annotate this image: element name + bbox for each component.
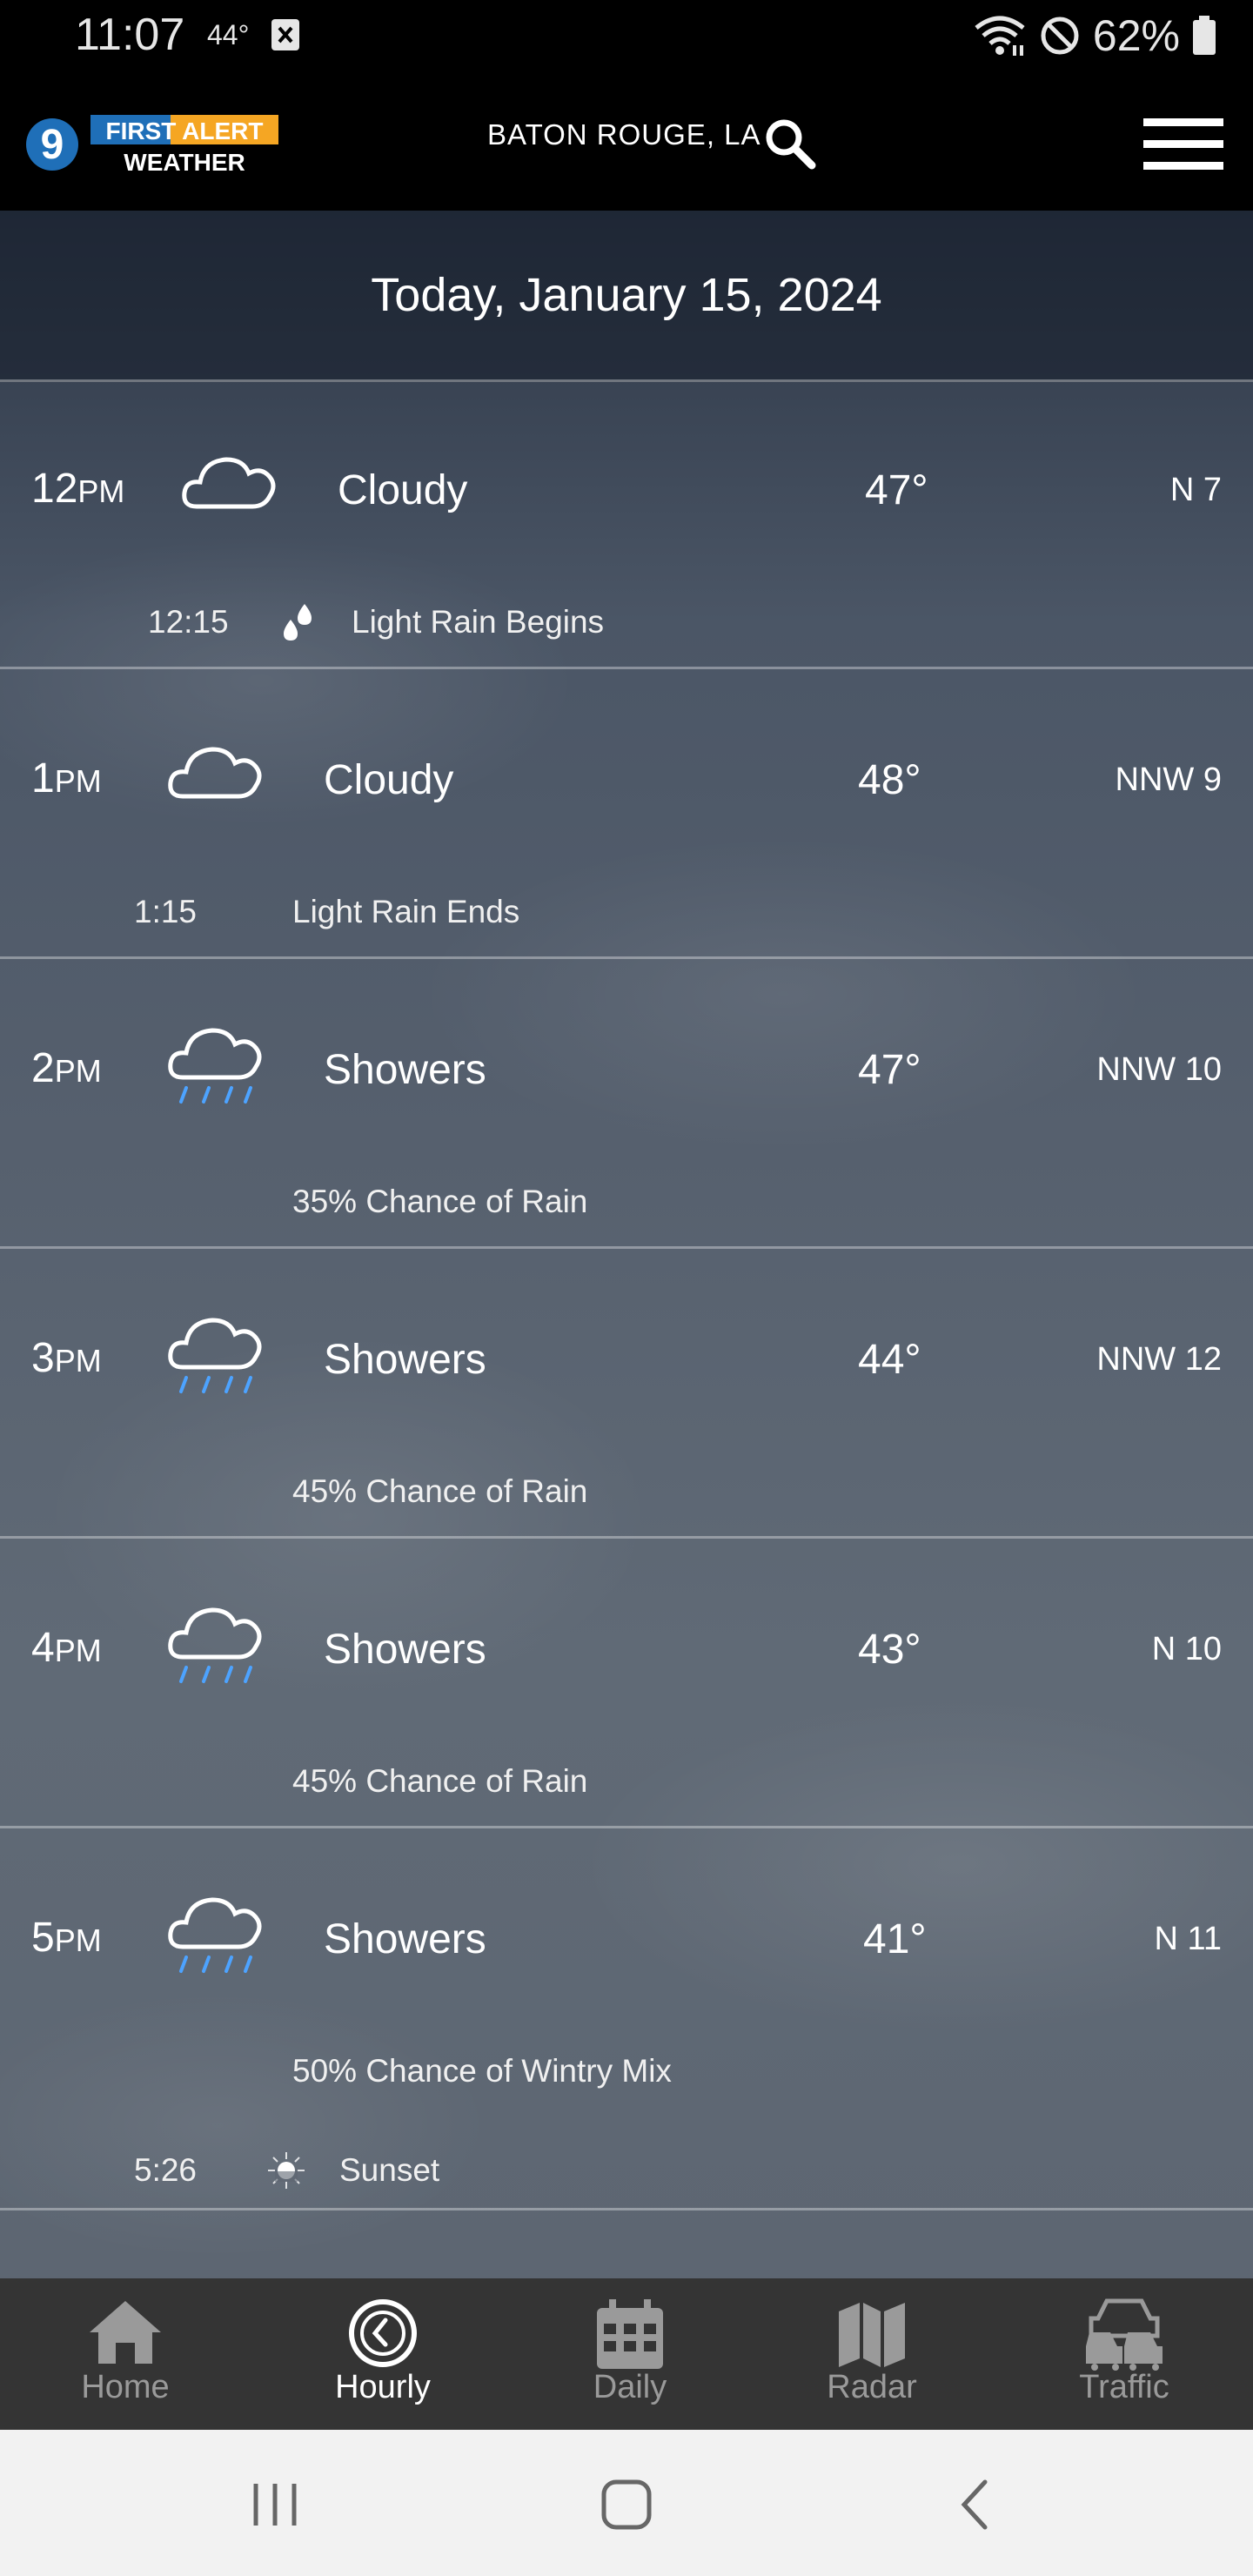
- condition-label: Showers: [324, 1916, 486, 1962]
- system-nav-bar: [0, 2430, 1253, 2576]
- condition-label: Cloudy: [324, 757, 454, 803]
- wind: N 10: [1151, 1631, 1222, 1667]
- hour-row[interactable]: 3PM Showers 44° NNW 12 45% Chance of Rai…: [0, 1249, 1253, 1539]
- home-button-icon[interactable]: [592, 2470, 661, 2539]
- date-title: Today, January 15, 2024: [0, 211, 1253, 382]
- logo-number: 9: [41, 122, 64, 168]
- condition-label: Showers: [324, 1627, 486, 1673]
- location-label[interactable]: BATON ROUGE, LA: [487, 118, 761, 151]
- home-icon: [90, 2301, 161, 2364]
- precip-chance: 45% Chance of Rain: [292, 1763, 588, 1799]
- hour-row[interactable]: 2PM Showers 47° NNW 10 35% Chance of Rai…: [0, 959, 1253, 1249]
- wind: N 7: [1169, 472, 1222, 508]
- temperature: 41°: [863, 1916, 927, 1962]
- rain-cloud-icon: [168, 1028, 262, 1104]
- rain-cloud-icon: [168, 1897, 262, 1973]
- cloud-icon: [168, 747, 262, 799]
- event-time: 12:15: [148, 604, 229, 640]
- app-header: 9 FIRST ALERT WEATHER BATON ROUGE, LA: [0, 75, 1253, 211]
- temperature: 44°: [858, 1337, 921, 1383]
- hour-label: 4PM: [31, 1625, 102, 1671]
- hour-row[interactable]: 5PM Showers 41° N 11 50% Chance of Wintr…: [0, 1828, 1253, 2210]
- clock-icon: [349, 2299, 417, 2367]
- raindrops-icon: [284, 604, 312, 641]
- hourly-forecast[interactable]: Today, January 15, 2024 12PM Cloudy 47° …: [0, 211, 1253, 2278]
- nav-radar-label: Radar: [827, 2369, 917, 2405]
- map-icon: [839, 2303, 905, 2367]
- nav-traffic-label: Traffic: [1079, 2369, 1169, 2405]
- condition-label: Cloudy: [338, 467, 468, 513]
- wind: NNW 9: [1115, 761, 1222, 798]
- nav-hourly-label: Hourly: [335, 2369, 431, 2405]
- temperature: 43°: [858, 1627, 921, 1673]
- nav-home-label: Home: [81, 2369, 170, 2405]
- event-text: Light Rain Ends: [292, 894, 520, 929]
- hour-label: 3PM: [31, 1335, 102, 1381]
- status-temp: 44°: [207, 19, 250, 50]
- hour-row[interactable]: 12PM Cloudy 47° N 7 12:15 Light Rain Beg…: [0, 379, 1253, 669]
- nav-hourly[interactable]: Hourly: [296, 2278, 470, 2430]
- search-icon[interactable]: [761, 115, 817, 171]
- event-text: Light Rain Begins: [352, 604, 605, 640]
- hour-label: 5PM: [31, 1915, 102, 1961]
- temperature: 48°: [858, 757, 921, 803]
- nav-daily[interactable]: Daily: [543, 2278, 717, 2430]
- battery-icon: [1193, 16, 1216, 55]
- wind: NNW 12: [1096, 1341, 1222, 1378]
- hour-row[interactable]: 1PM Cloudy 48° NNW 9 1:15 Light Rain End…: [0, 669, 1253, 959]
- event-time: 1:15: [134, 894, 198, 929]
- logo-line2: WEATHER: [124, 149, 245, 176]
- rain-cloud-icon: [168, 1318, 262, 1393]
- event-text: Sunset: [339, 2152, 440, 2188]
- hour-label: 12PM: [31, 466, 125, 512]
- calendar-icon: [597, 2299, 663, 2369]
- cloud-icon: [182, 457, 276, 509]
- hamburger-menu-icon[interactable]: [1143, 115, 1223, 174]
- precip-chance: 35% Chance of Rain: [292, 1184, 588, 1219]
- station-logo[interactable]: 9 FIRST ALERT WEATHER: [24, 110, 285, 179]
- nav-radar[interactable]: Radar: [785, 2278, 959, 2430]
- precip-chance: 50% Chance of Wintry Mix: [292, 2053, 672, 2089]
- wind: N 11: [1154, 1921, 1222, 1957]
- sunset-icon: [268, 2152, 305, 2189]
- status-time: 11:07: [75, 10, 185, 60]
- wind: NNW 10: [1096, 1051, 1222, 1088]
- event-time: 5:26: [134, 2152, 198, 2188]
- battery-percent: 62%: [1092, 11, 1180, 60]
- status-bar: 11:07 44° 62%: [0, 0, 1253, 75]
- condition-label: Showers: [324, 1047, 486, 1093]
- back-icon[interactable]: [941, 2470, 1011, 2539]
- nav-traffic[interactable]: Traffic: [1037, 2278, 1211, 2430]
- recent-apps-icon[interactable]: [240, 2470, 310, 2539]
- logo-line1: FIRST ALERT: [106, 117, 264, 144]
- precip-chance: 45% Chance of Rain: [292, 1473, 588, 1509]
- hour-label: 1PM: [31, 755, 102, 802]
- nav-daily-label: Daily: [593, 2369, 667, 2405]
- rain-cloud-icon: [168, 1607, 262, 1683]
- hour-label: 2PM: [31, 1045, 102, 1091]
- nav-home[interactable]: Home: [38, 2278, 212, 2430]
- do-not-disturb-icon: [1041, 17, 1079, 55]
- traffic-cars-icon: [1086, 2298, 1163, 2371]
- temperature: 47°: [865, 467, 928, 513]
- temperature: 47°: [858, 1047, 921, 1093]
- wifi-icon: [975, 16, 1025, 56]
- hour-row[interactable]: 4PM Showers 43° N 10 45% Chance of Rain: [0, 1539, 1253, 1828]
- condition-label: Showers: [324, 1337, 486, 1383]
- bottom-nav: Home Hourly Daily Radar Traffic: [0, 2278, 1253, 2430]
- status-right: 62%: [973, 10, 1216, 61]
- notification-icon: [271, 19, 299, 50]
